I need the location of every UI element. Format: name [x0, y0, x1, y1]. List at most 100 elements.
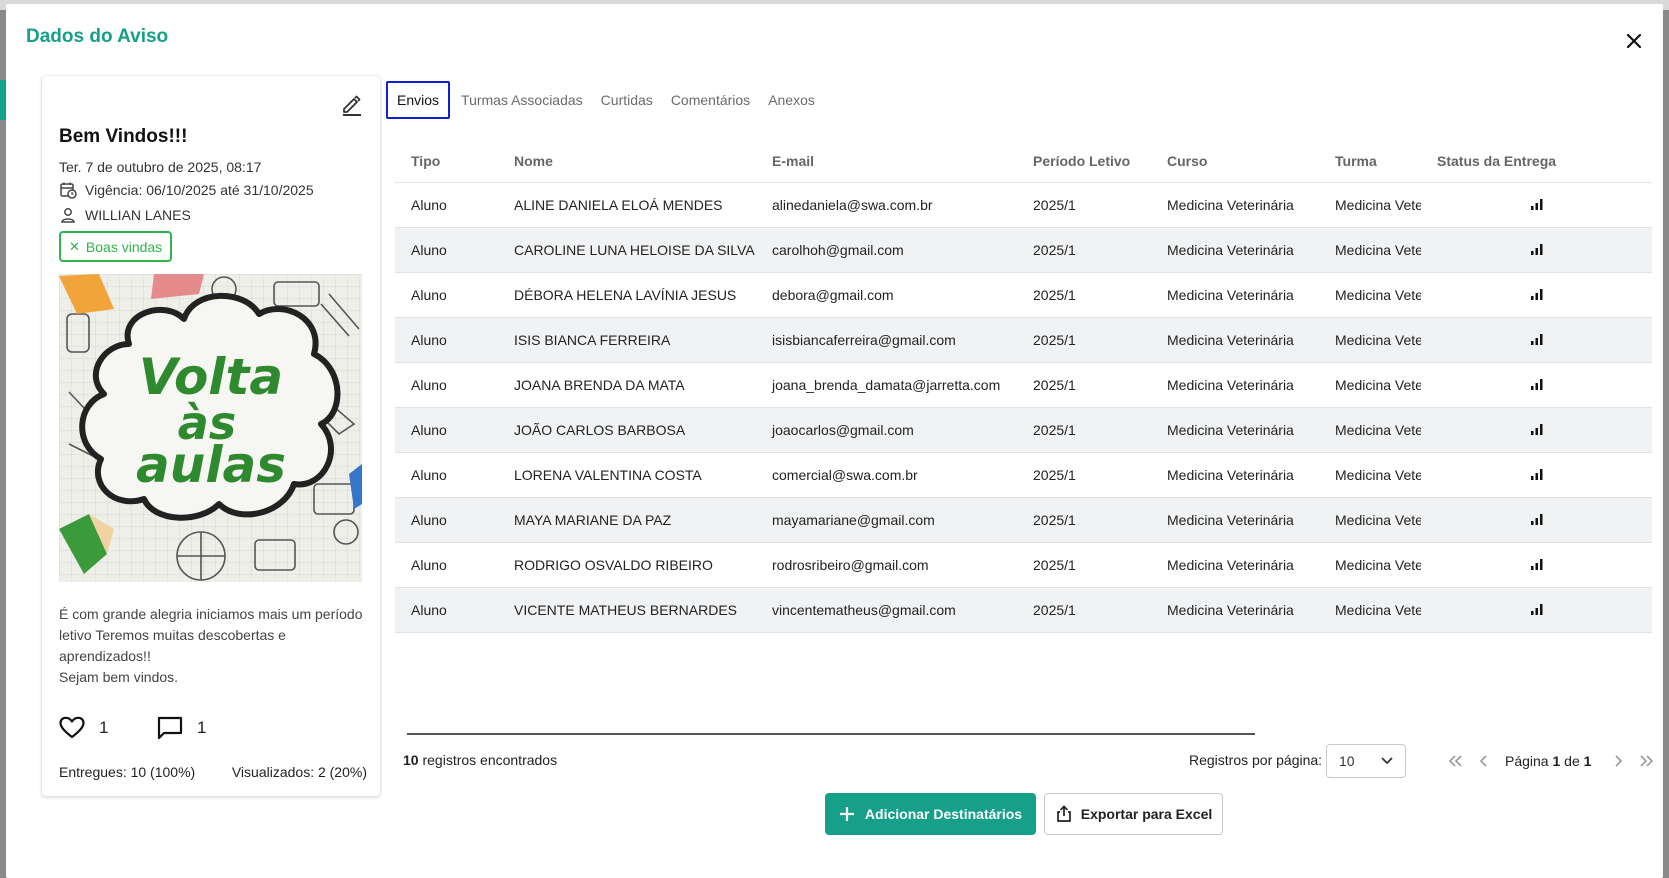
page-prefix: Página — [1505, 753, 1549, 769]
cell-tipo: Aluno — [395, 272, 498, 318]
cell-turma: Medicina Veter — [1319, 452, 1421, 498]
cell-periodo: 2025/1 — [1017, 407, 1151, 453]
page-of: de — [1564, 753, 1580, 769]
double-chevron-right-icon — [1640, 755, 1654, 767]
first-page-button[interactable] — [1441, 747, 1469, 775]
cell-curso: Medicina Veterinária — [1151, 452, 1319, 498]
tab-anexos[interactable]: Anexos — [759, 81, 824, 119]
cell-nome: ISIS BIANCA FERREIRA — [498, 317, 756, 363]
comment-icon — [157, 716, 183, 740]
tab-curtidas[interactable]: Curtidas — [592, 81, 662, 119]
cell-tipo: Aluno — [395, 182, 498, 228]
dialog-title: Dados do Aviso — [26, 26, 169, 47]
viewed-stat: Visualizados: 2 (20%) — [231, 764, 367, 780]
close-icon — [1627, 34, 1641, 48]
table-row[interactable]: Aluno CAROLINE LUNA HELOISE DA SILVA carol… — [395, 227, 1652, 273]
cell-nome: JOANA BRENDA DA MATA — [498, 362, 756, 408]
user-icon — [61, 208, 75, 223]
pagination: Página 1 de 1 — [1441, 746, 1661, 776]
records-found: 10 registros encontrados — [403, 752, 557, 768]
table-row[interactable]: Aluno ISIS BIANCA FERREIRA isisbiancaferre… — [395, 317, 1652, 363]
column-header-turma[interactable]: Turma — [1319, 140, 1421, 183]
column-header-email[interactable]: E-mail — [756, 140, 1017, 183]
notice-card: Bem Vindos!!! Ter. 7 de outubro de 2025,… — [42, 76, 380, 796]
last-page-button[interactable] — [1633, 747, 1661, 775]
signal-bars-icon — [1530, 513, 1542, 525]
notice-body: É com grande alegria iniciamos mais um p… — [59, 604, 367, 688]
cell-status[interactable] — [1421, 542, 1652, 588]
tab-envios[interactable]: Envios — [386, 81, 451, 119]
body-line-1: É com grande alegria iniciamos mais um p… — [59, 606, 363, 664]
column-header-curso[interactable]: Curso — [1151, 140, 1319, 183]
add-recipients-label: Adicionar Destinatários — [864, 806, 1023, 822]
cell-status[interactable] — [1421, 272, 1652, 318]
per-page-value: 10 — [1339, 753, 1355, 769]
table-row[interactable]: Aluno ALINE DANIELA ELOÁ MENDES alinedanie… — [395, 182, 1652, 228]
per-page-label: Registros por página: — [1189, 752, 1323, 768]
notice-title: Bem Vindos!!! — [59, 126, 188, 147]
table-row[interactable]: Aluno DÉBORA HELENA LAVÍNIA JESUS debora@g… — [395, 272, 1652, 318]
table-row[interactable]: Aluno JOÃO CARLOS BARBOSA joaocarlos@gmail… — [395, 407, 1652, 453]
signal-bars-icon — [1530, 198, 1542, 210]
plus-icon — [839, 807, 854, 821]
export-excel-button[interactable]: Exportar para Excel — [1044, 793, 1223, 835]
cell-turma: Medicina Veter — [1319, 497, 1421, 543]
add-recipients-button[interactable]: Adicionar Destinatários — [825, 793, 1036, 835]
cell-email: joaocarlos@gmail.com — [756, 407, 1017, 453]
cell-status[interactable] — [1421, 317, 1652, 363]
cell-status[interactable] — [1421, 587, 1652, 633]
cell-nome: MAYA MARIANE DA PAZ — [498, 497, 756, 543]
cell-tipo: Aluno — [395, 227, 498, 273]
horizontal-scrollbar[interactable] — [407, 733, 1255, 735]
tab-turmas-associadas[interactable]: Turmas Associadas — [452, 81, 592, 119]
cell-email: joana_brenda_damata@jarretta.com — [756, 362, 1017, 408]
column-header-status[interactable]: Status da Entrega — [1421, 140, 1652, 183]
cell-tipo: Aluno — [395, 542, 498, 588]
table-row[interactable]: Aluno MAYA MARIANE DA PAZ mayamariane@gmai… — [395, 497, 1652, 543]
cell-status[interactable] — [1421, 452, 1652, 498]
close-button[interactable] — [1623, 30, 1645, 52]
cell-periodo: 2025/1 — [1017, 182, 1151, 228]
cell-turma: Medicina Veter — [1319, 362, 1421, 408]
cell-status[interactable] — [1421, 182, 1652, 228]
recipients-table: Tipo Nome E-mail Período Letivo Curso Tu… — [395, 140, 1652, 633]
cell-tipo: Aluno — [395, 317, 498, 363]
comment-count: 1 — [197, 718, 207, 737]
cell-turma: Medicina Veter — [1319, 227, 1421, 273]
table-row[interactable]: Aluno RODRIGO OSVALDO RIBEIRO rodrosribeir… — [395, 542, 1652, 588]
tag-close-icon[interactable]: ✕ — [69, 239, 80, 255]
comment-button[interactable]: 1 — [157, 716, 206, 740]
cell-curso: Medicina Veterinária — [1151, 587, 1319, 633]
edit-button[interactable] — [340, 92, 364, 116]
cell-periodo: 2025/1 — [1017, 452, 1151, 498]
cell-tipo: Aluno — [395, 407, 498, 453]
column-header-nome[interactable]: Nome — [498, 140, 756, 183]
table-row[interactable]: Aluno JOANA BRENDA DA MATA joana_brenda_da… — [395, 362, 1652, 408]
like-button[interactable]: 1 — [59, 716, 108, 740]
signal-bars-icon — [1530, 243, 1542, 255]
column-header-periodo[interactable]: Período Letivo — [1017, 140, 1151, 183]
cell-status[interactable] — [1421, 362, 1652, 408]
prev-page-button[interactable] — [1469, 747, 1497, 775]
table-row[interactable]: Aluno VICENTE MATHEUS BERNARDES vincentema… — [395, 587, 1652, 633]
notice-author: WILLIAN LANES — [59, 206, 191, 224]
page-total: 1 — [1583, 753, 1592, 769]
per-page-select[interactable]: 10 — [1326, 744, 1406, 778]
cell-curso: Medicina Veterinária — [1151, 317, 1319, 363]
cell-turma: Medicina Veter — [1319, 317, 1421, 363]
cell-turma: Medicina Veter — [1319, 407, 1421, 453]
cell-status[interactable] — [1421, 497, 1652, 543]
table-row[interactable]: Aluno LORENA VALENTINA COSTA comercial@swa… — [395, 452, 1652, 498]
tab-comentarios[interactable]: Comentários — [662, 81, 759, 119]
cell-status[interactable] — [1421, 227, 1652, 273]
cell-curso: Medicina Veterinária — [1151, 182, 1319, 228]
column-header-tipo[interactable]: Tipo — [395, 140, 498, 183]
cell-email: rodrosribeiro@gmail.com — [756, 542, 1017, 588]
cell-status[interactable] — [1421, 407, 1652, 453]
cell-email: debora@gmail.com — [756, 272, 1017, 318]
cell-turma: Medicina Veter — [1319, 587, 1421, 633]
records-count: 10 — [403, 752, 419, 768]
signal-bars-icon — [1530, 423, 1542, 435]
next-page-button[interactable] — [1605, 747, 1633, 775]
category-tag[interactable]: ✕ Boas vindas — [59, 231, 173, 262]
